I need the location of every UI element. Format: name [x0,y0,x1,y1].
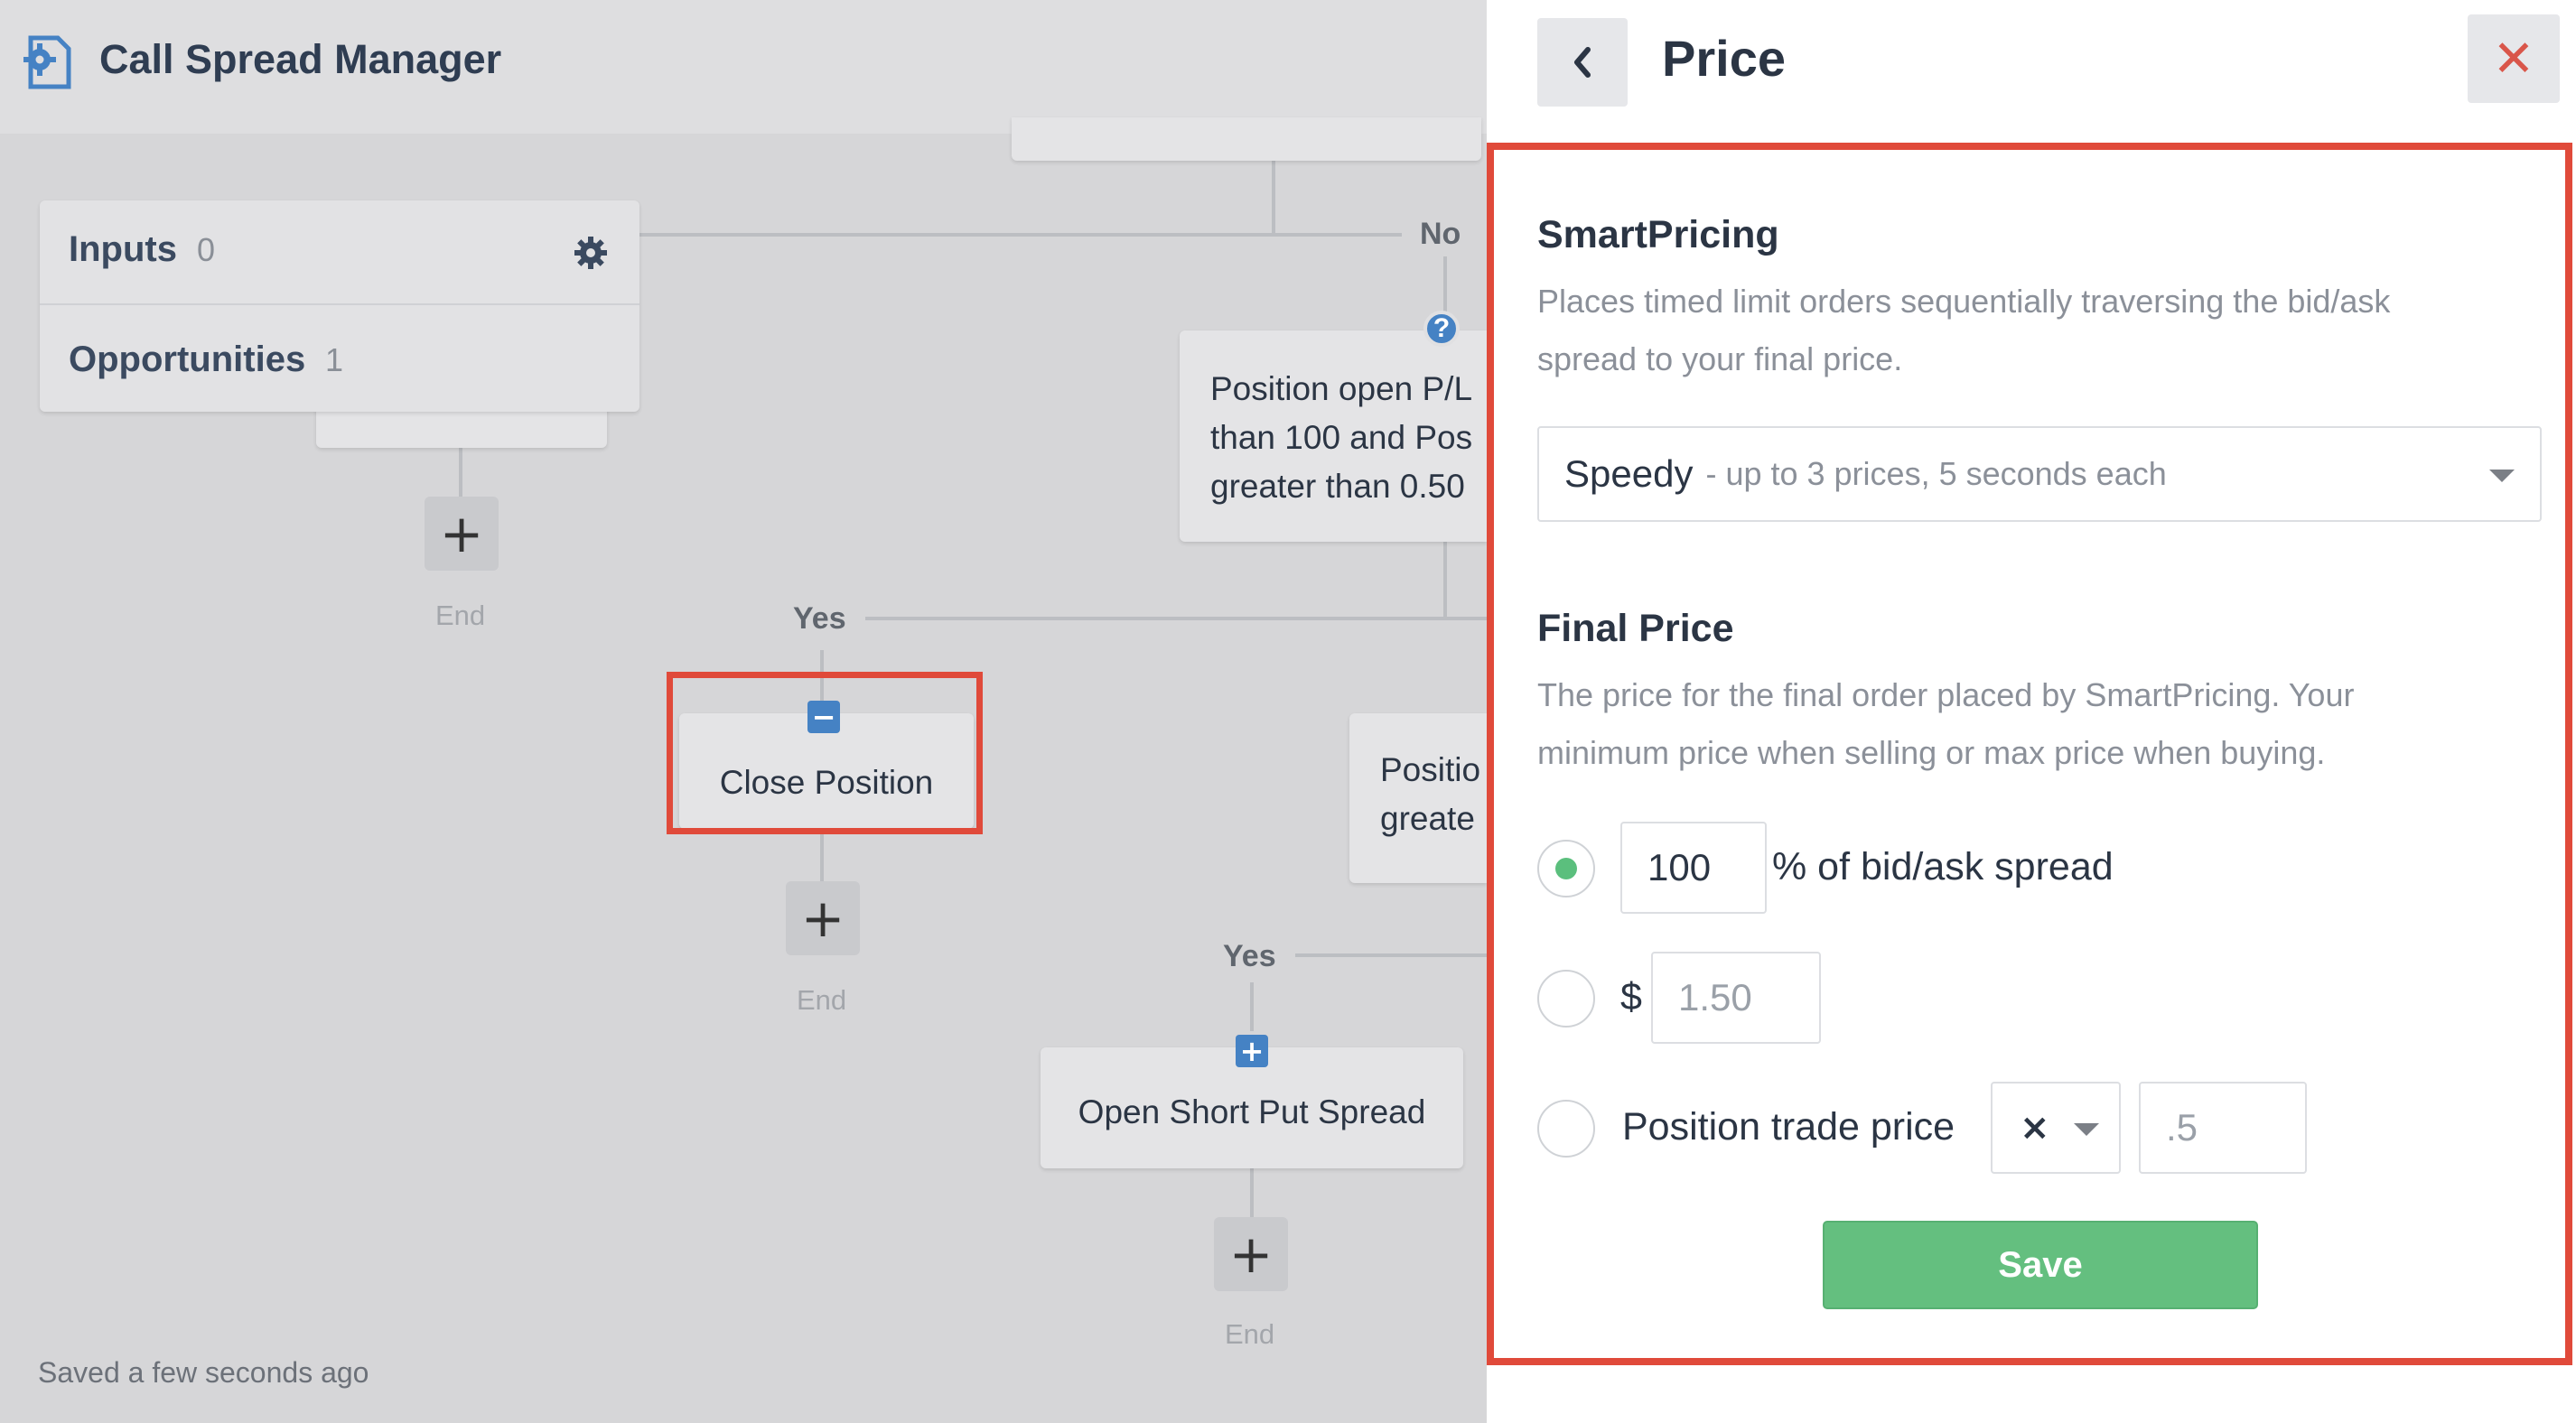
close-icon: ✕ [2492,29,2535,88]
opportunities-row[interactable]: Opportunities 1 [40,305,639,412]
connector [1443,542,1447,619]
dollar-symbol: $ [1620,975,1642,1018]
desc-line: The price for the final order placed by … [1537,676,2355,713]
connector [1250,1168,1254,1219]
connector [865,617,1487,620]
save-button[interactable]: Save [1823,1221,2258,1309]
desc-line: spread to your final price. [1537,340,1903,377]
condition-text-line: greate [1380,800,1475,837]
add-step-button[interactable]: + [1214,1217,1288,1291]
opportunities-count: 1 [325,341,344,378]
radio-percent-spread[interactable] [1537,840,1595,898]
select-value-detail: - up to 3 prices, 5 seconds each [1705,455,2167,492]
inputs-label: Inputs [69,229,177,269]
opportunities-label: Opportunities [69,339,306,379]
branch-label-no: No [1420,217,1461,251]
smartpricing-title: SmartPricing [1537,213,1779,256]
flow-node-partial[interactable] [1012,117,1481,161]
add-step-button[interactable]: + [425,497,499,571]
panel-title: Price [1662,30,1786,87]
radio-position-trade-price[interactable] [1537,1100,1595,1158]
end-label: End [797,984,847,1016]
inputs-count: 0 [197,231,216,268]
desc-line: minimum price when selling or max price … [1537,734,2326,771]
flow-canvas: Call Spread Manager Inputs 0 Opportuniti… [0,0,1487,1423]
plus-square-icon: + [1236,1035,1268,1067]
connector [1295,953,1487,957]
inputs-opportunities-card: Inputs 0 Opportunities 1 [40,200,639,412]
caret-down-icon [2074,1123,2099,1136]
saved-status: Saved a few seconds ago [38,1356,369,1389]
operator-select[interactable]: × [1991,1082,2121,1174]
highlight-box [667,672,983,834]
close-button[interactable]: ✕ [2468,14,2560,103]
percent-label: % of bid/ask spread [1772,845,2114,888]
branch-label-yes: Yes [793,601,846,636]
settings-gear-icon [23,35,71,89]
back-button[interactable] [1537,18,1628,107]
gear-icon[interactable] [573,235,609,271]
dollar-input[interactable]: 1.50 [1651,952,1821,1044]
app-title: Call Spread Manager [99,36,502,82]
multiplier-input[interactable]: .5 [2139,1082,2307,1174]
price-panel: Price ✕ SmartPricing Places timed limit … [1487,0,2576,1423]
desc-line: Places timed limit orders sequentially t… [1537,283,2391,320]
percent-input[interactable]: 100 [1620,822,1767,914]
connector [632,233,1402,237]
question-icon[interactable]: ? [1423,311,1460,347]
app-header: Call Spread Manager [0,0,1487,134]
inputs-row[interactable]: Inputs 0 [40,200,639,305]
connector [1250,982,1254,1031]
condition-text-line: greater than 0.50 [1210,468,1465,505]
multiply-icon: × [2020,1107,2050,1149]
radio-dollar[interactable] [1537,970,1595,1028]
branch-label-yes: Yes [1223,939,1276,973]
add-step-button[interactable]: + [786,881,860,955]
chevron-left-icon [1574,47,1591,78]
position-trade-price-label: Position trade price [1622,1105,1955,1149]
end-label: End [435,600,486,631]
smartpricing-description: Places timed limit orders sequentially t… [1537,273,2513,388]
condition-text-line: Position open P/L [1210,370,1473,407]
select-value: Speedy [1564,452,1694,495]
connector [820,827,824,881]
open-short-put-spread-label: Open Short Put Spread [1078,1093,1426,1130]
condition-text-line: Positio [1380,751,1481,788]
condition-node[interactable]: Position open P/L than 100 and Pos great… [1180,330,1487,542]
final-price-description: The price for the final order placed by … [1537,666,2513,782]
smartpricing-select[interactable]: Speedy - up to 3 prices, 5 seconds each [1537,426,2542,522]
condition-node[interactable]: Positio greate [1349,713,1487,883]
caret-down-icon [2489,470,2515,482]
end-label: End [1225,1318,1275,1350]
condition-text-line: than 100 and Pos [1210,419,1473,456]
final-price-title: Final Price [1537,607,1734,650]
connector [459,442,462,497]
